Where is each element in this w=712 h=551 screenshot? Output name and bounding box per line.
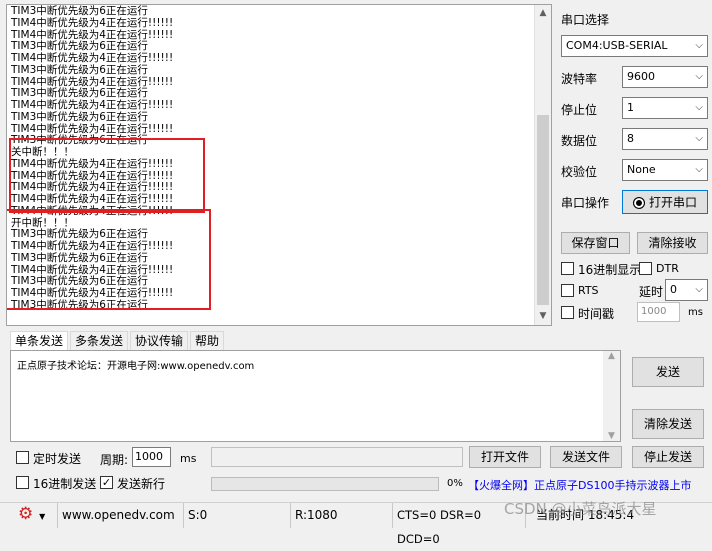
receive-line: TIM3中断优先级为6正在运行: [11, 63, 148, 76]
watermark: CSDN @小菜鸟派大星: [504, 500, 657, 518]
received-count: R:1080: [291, 503, 393, 528]
timed-send-label: 定时发送: [33, 452, 82, 466]
port-op-label: 串口操作: [561, 196, 610, 210]
timestamp-value: 1000: [641, 306, 667, 317]
highlight-box-enable: [7, 209, 211, 310]
scroll-up-icon[interactable]: ▲: [535, 5, 551, 22]
timestamp-ms-label: ms: [688, 307, 703, 318]
baud-value: 9600: [627, 70, 655, 83]
save-window-button[interactable]: 保存窗口: [561, 232, 630, 254]
stop-send-button[interactable]: 停止发送: [632, 446, 704, 468]
receive-textarea[interactable]: TIM3中断优先级为6正在运行 TIM4中断优先级为4正在运行!!!!!! TIM4…: [6, 4, 552, 326]
baud-select[interactable]: 9600 ⌵: [622, 66, 708, 88]
port-status-icon: [632, 196, 645, 209]
dropdown-arrow-icon[interactable]: ▼: [39, 512, 45, 521]
period-value: 1000: [135, 450, 163, 463]
tab-help[interactable]: 帮助: [190, 331, 225, 351]
timed-value: 0: [670, 283, 677, 296]
settings-cell[interactable]: ⚙ ▼: [0, 503, 58, 528]
timestamp-label: 时间戳: [578, 307, 615, 321]
period-label: 周期:: [100, 453, 129, 467]
chevron-down-icon: ⌵: [695, 40, 703, 51]
ad-banner-link[interactable]: 【火爆全网】正点原子DS100手持示波器上市: [468, 477, 708, 493]
timestamp-checkbox[interactable]: [561, 306, 574, 319]
parity-select[interactable]: None ⌵: [622, 159, 708, 181]
period-ms-label: ms: [180, 452, 197, 465]
chevron-down-icon: ⌵: [695, 284, 703, 295]
rts-label: RTS: [578, 284, 599, 297]
hex-send-checkbox[interactable]: [16, 476, 29, 489]
rts-checkbox[interactable]: [561, 284, 574, 297]
baud-label: 波特率: [561, 72, 598, 86]
databits-select[interactable]: 8 ⌵: [622, 128, 708, 150]
receive-line: TIM4中断优先级为4正在运行!!!!!!: [11, 99, 174, 111]
website-link[interactable]: www.openedv.com: [58, 503, 184, 528]
receive-line: TIM4中断优先级为4正在运行!!!!!!: [11, 52, 174, 64]
open-file-button[interactable]: 打开文件: [469, 446, 541, 468]
tab-protocol[interactable]: 协议传输: [130, 331, 189, 351]
period-input[interactable]: 1000: [132, 447, 171, 467]
parity-value: None: [627, 163, 656, 176]
databits-value: 8: [627, 132, 634, 145]
tab-multi-send[interactable]: 多条发送: [70, 331, 129, 351]
scroll-down-icon[interactable]: ▼: [535, 308, 551, 325]
hex-send-label: 16进制发送: [33, 477, 97, 491]
send-textarea[interactable]: 正点原子技术论坛：开源电子网:www.openedv.com ▲ ▼: [10, 350, 621, 442]
send-button[interactable]: 发送: [632, 357, 704, 387]
open-port-button[interactable]: 打开串口: [622, 190, 708, 214]
dtr-label: DTR: [656, 262, 679, 275]
send-file-button[interactable]: 发送文件: [550, 446, 622, 468]
send-newline-checkbox[interactable]: ✓: [100, 476, 113, 489]
chevron-down-icon: ⌵: [695, 164, 703, 175]
receive-line: TIM4中断优先级为4正在运行!!!!!!: [11, 16, 174, 29]
receive-scrollbar[interactable]: ▲ ▼: [534, 5, 551, 325]
timestamp-input[interactable]: 1000: [637, 302, 680, 322]
hex-display-label: 16进制显示: [578, 263, 642, 277]
sent-count: S:0: [184, 503, 291, 528]
chevron-down-icon: ⌵: [695, 102, 703, 113]
file-path-input[interactable]: [211, 447, 463, 467]
scroll-up-icon[interactable]: ▲: [603, 351, 620, 361]
receive-line: TIM3中断优先级为6正在运行: [11, 110, 148, 123]
clear-send-button[interactable]: 清除发送: [632, 409, 704, 439]
hex-display-checkbox[interactable]: [561, 262, 574, 275]
gear-icon[interactable]: ⚙: [18, 504, 33, 524]
receive-line: TIM3中断优先级为6正在运行: [11, 5, 148, 17]
dtr-checkbox[interactable]: [639, 262, 652, 275]
chevron-down-icon: ⌵: [695, 71, 703, 82]
send-newline-label: 发送新行: [117, 477, 166, 491]
send-text: 正点原子技术论坛：开源电子网:www.openedv.com: [17, 361, 255, 372]
timed-select[interactable]: 0 ⌵: [665, 279, 708, 301]
open-port-label: 打开串口: [648, 195, 697, 210]
tab-single-send[interactable]: 单条发送: [10, 331, 69, 351]
databits-label: 数据位: [561, 134, 598, 148]
send-tabs: 单条发送 多条发送 协议传输 帮助: [10, 331, 240, 351]
parity-label: 校验位: [561, 165, 598, 179]
chevron-down-icon: ⌵: [695, 133, 703, 144]
highlight-box-disable: [9, 138, 205, 213]
timed-send-checkbox[interactable]: [16, 451, 29, 464]
timed-label: 延时: [639, 285, 664, 299]
stopbits-value: 1: [627, 101, 634, 114]
progress-percent: 0%: [447, 478, 463, 489]
clear-receive-button[interactable]: 清除接收: [637, 232, 708, 254]
send-progress-bar: [211, 477, 439, 491]
scroll-down-icon[interactable]: ▼: [603, 431, 620, 441]
stopbits-select[interactable]: 1 ⌵: [622, 97, 708, 119]
port-select-value: COM4:USB-SERIAL: [566, 39, 668, 52]
stopbits-label: 停止位: [561, 103, 598, 117]
scroll-thumb[interactable]: [537, 115, 549, 305]
send-scrollbar[interactable]: ▲ ▼: [603, 351, 620, 441]
port-select-label: 串口选择: [561, 13, 610, 27]
port-select[interactable]: COM4:USB-SERIAL ⌵: [561, 35, 708, 57]
